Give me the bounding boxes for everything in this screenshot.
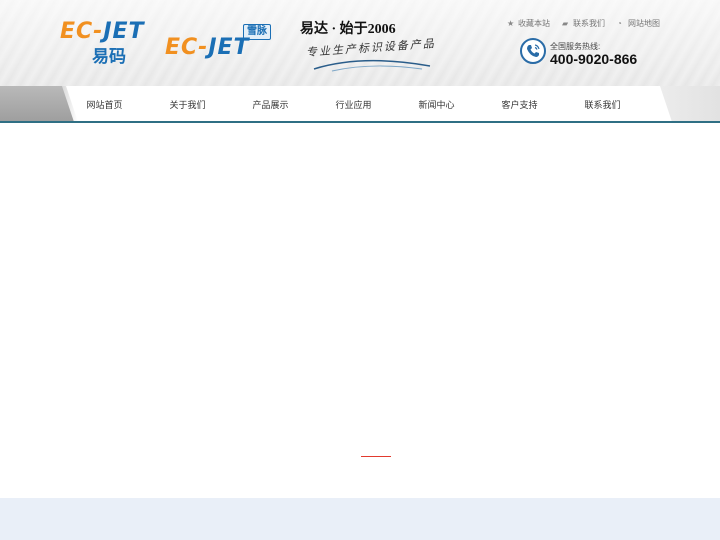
logo-sub-text: 易码 xyxy=(92,47,126,67)
chat-icon: ▰ xyxy=(562,18,569,28)
nav-item-industry[interactable]: 行业应用 xyxy=(312,86,395,122)
top-link-label: 网站地图 xyxy=(628,19,660,28)
nav-item-home[interactable]: 网站首页 xyxy=(63,86,146,122)
top-link-label: 收藏本站 xyxy=(518,19,550,28)
logo-jet-text: JET xyxy=(103,19,145,44)
contact-link[interactable]: ▰ 联系我们 xyxy=(562,18,605,29)
footer xyxy=(0,498,720,540)
main-content xyxy=(0,123,720,498)
nav-item-products[interactable]: 产品展示 xyxy=(229,86,312,122)
sitemap-link[interactable]: ◔ 网站地图 xyxy=(617,18,660,29)
nav-item-news[interactable]: 新闻中心 xyxy=(395,86,478,122)
nav-right-decoration xyxy=(660,86,720,122)
bookmark-link[interactable]: ★ 收藏本站 xyxy=(507,18,550,29)
ecjet-yima-logo[interactable]: EC-JET 易码 xyxy=(60,19,160,68)
ecjet-xuemai-logo[interactable]: 雪脉 EC-JET xyxy=(165,24,273,60)
logo-ec-text: EC- xyxy=(60,19,104,44)
nav-item-about[interactable]: 关于我们 xyxy=(146,86,229,122)
nav-item-contact[interactable]: 联系我们 xyxy=(561,86,644,122)
phone-icon xyxy=(520,38,546,64)
nav-item-support[interactable]: 客户支持 xyxy=(478,86,561,122)
hotline-number[interactable]: 400-9020-866 xyxy=(550,51,637,67)
slogan-title: 易达 · 始于2006 xyxy=(300,22,396,37)
top-link-label: 联系我们 xyxy=(573,19,605,28)
loading-indicator xyxy=(361,456,391,457)
main-nav: 网站首页 关于我们 产品展示 行业应用 新闻中心 客户支持 联系我们 xyxy=(0,86,720,122)
logo-jet-text: JET xyxy=(208,35,250,60)
star-icon: ★ xyxy=(507,18,515,28)
nav-items: 网站首页 关于我们 产品展示 行业应用 新闻中心 客户支持 联系我们 xyxy=(63,86,644,122)
logo-ec-text: EC- xyxy=(165,35,209,60)
swoosh-decoration xyxy=(313,59,431,72)
top-links: ★ 收藏本站 ▰ 联系我们 ◔ 网站地图 xyxy=(507,18,660,29)
site-header: EC-JET 易码 雪脉 EC-JET 易达 · 始于2006 专业生产标识设备… xyxy=(0,0,720,86)
globe-icon: ◔ xyxy=(617,18,622,28)
